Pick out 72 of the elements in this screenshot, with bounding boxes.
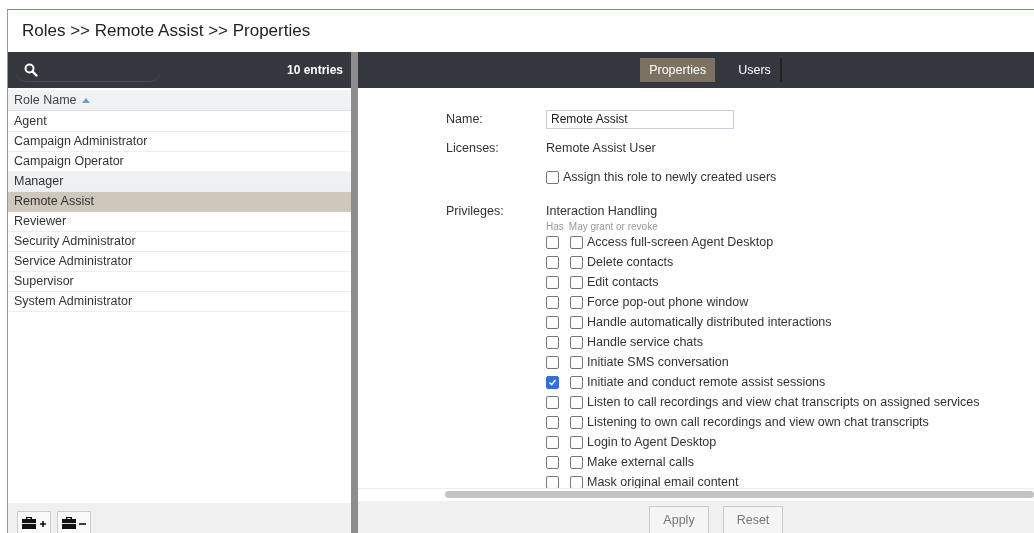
- name-field[interactable]: Remote Assist: [546, 109, 734, 129]
- checkbox[interactable]: [546, 395, 559, 409]
- checkbox[interactable]: [546, 295, 559, 309]
- form-button[interactable]: Reset: [723, 506, 783, 533]
- search-icon: [24, 62, 38, 77]
- checkbox[interactable]: [570, 255, 583, 269]
- tab[interactable]: Properties: [640, 58, 716, 82]
- privilege-label: Make external calls: [587, 455, 694, 469]
- field-label: Licenses:: [446, 141, 500, 155]
- checkbox[interactable]: [546, 435, 559, 449]
- role-row[interactable]: Remote Assist: [8, 192, 351, 212]
- scrollbar-thumb[interactable]: [445, 491, 1034, 498]
- checkbox[interactable]: [546, 315, 559, 329]
- role-row[interactable]: Supervisor: [8, 272, 351, 292]
- checkbox[interactable]: [546, 255, 559, 269]
- column-header: Has: [546, 221, 564, 232]
- checkbox[interactable]: [570, 415, 583, 429]
- license-value: Remote Assist User: [546, 141, 656, 155]
- checkbox[interactable]: [570, 455, 583, 469]
- role-row[interactable]: Campaign Administrator: [8, 132, 351, 152]
- privilege-label: Edit contacts: [587, 275, 659, 289]
- field-label: Name:: [446, 112, 484, 126]
- checkbox[interactable]: [570, 475, 583, 488]
- tab[interactable]: Users: [729, 58, 782, 82]
- column-header[interactable]: Role Name: [8, 90, 351, 111]
- checkbox[interactable]: [546, 355, 559, 369]
- remove-button[interactable]: [57, 511, 91, 533]
- briefcase-minus-icon: [61, 515, 87, 530]
- checkbox[interactable]: [546, 335, 559, 349]
- checkbox-label: Assign this role to newly created users: [563, 170, 777, 184]
- role-row[interactable]: Reviewer: [8, 212, 351, 232]
- role-row[interactable]: Agent: [8, 112, 351, 132]
- privilege-label: Delete contacts: [587, 255, 674, 269]
- checkbox[interactable]: [570, 235, 583, 249]
- role-row[interactable]: System Administrator: [8, 292, 351, 312]
- checkbox[interactable]: [570, 275, 583, 289]
- column-header: May grant or revoke: [568, 221, 658, 232]
- role-row[interactable]: Security Administrator: [8, 232, 351, 252]
- checkbox[interactable]: [546, 170, 559, 184]
- form-button[interactable]: Apply: [649, 506, 709, 533]
- checkbox[interactable]: [546, 455, 559, 469]
- checkbox[interactable]: [546, 375, 559, 389]
- sort-ascending-icon: [81, 97, 90, 103]
- privilege-label: Initiate SMS conversation: [587, 355, 729, 369]
- privilege-label: Mask original email content: [587, 475, 739, 488]
- privilege-label: Listen to call recordings and view chat transcripts on assigned services: [587, 395, 980, 409]
- checkbox[interactable]: [570, 315, 583, 329]
- briefcase-plus-icon: [21, 515, 47, 530]
- checkbox[interactable]: [570, 435, 583, 449]
- role-row[interactable]: Manager: [8, 172, 351, 192]
- checkbox[interactable]: [570, 355, 583, 369]
- group-title: Interaction Handling: [546, 204, 659, 218]
- privilege-label: Handle service chats: [587, 335, 704, 349]
- checkbox[interactable]: [570, 295, 583, 309]
- privilege-label: Force pop-out phone window: [587, 295, 749, 309]
- privilege-label: Listening to own call recordings and view own chat transcripts: [587, 415, 929, 429]
- privilege-label: Initiate and conduct remote assist sessions: [587, 375, 826, 389]
- checkbox[interactable]: [570, 375, 583, 389]
- privilege-label: Access full-screen Agent Desktop: [587, 235, 774, 249]
- checkbox[interactable]: [546, 275, 559, 289]
- role-row[interactable]: Service Administrator: [8, 252, 351, 272]
- entry-count: 10 entries: [286, 63, 343, 77]
- field-label: Privileges:: [446, 204, 505, 218]
- checkbox[interactable]: [546, 475, 559, 488]
- privilege-label: Handle automatically distributed interactions: [587, 315, 832, 329]
- page-title: Roles >> Remote Assist >> Properties: [22, 21, 311, 41]
- checkbox[interactable]: [570, 335, 583, 349]
- add-button[interactable]: [17, 511, 51, 533]
- privilege-label: Login to Agent Desktop: [587, 435, 717, 449]
- checkbox[interactable]: [546, 235, 559, 249]
- checkbox[interactable]: [546, 415, 559, 429]
- checkbox[interactable]: [570, 395, 583, 409]
